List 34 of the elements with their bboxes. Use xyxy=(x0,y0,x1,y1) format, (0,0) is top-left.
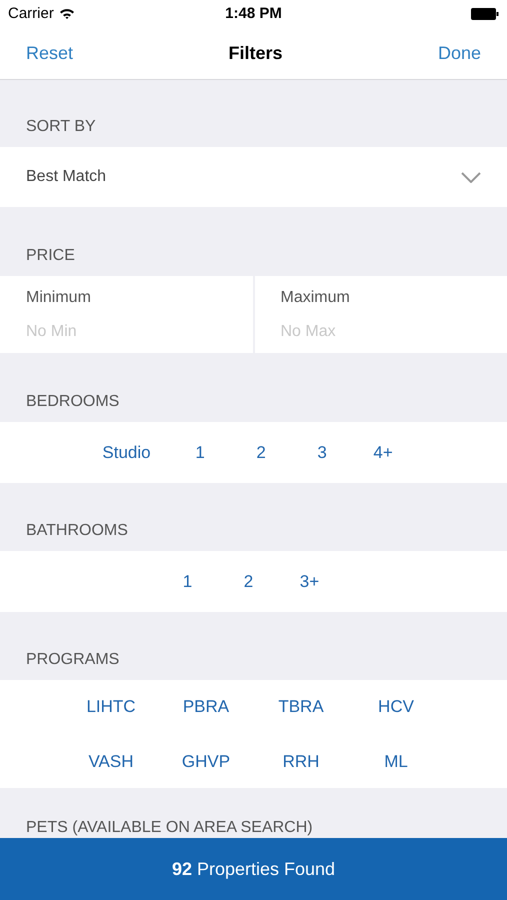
bedroom-option[interactable]: 1 xyxy=(188,440,212,466)
section-header: BEDROOMS xyxy=(26,392,120,412)
program-option[interactable]: LIHTC xyxy=(64,694,158,719)
bathroom-option[interactable]: 2 xyxy=(237,568,260,594)
results-button[interactable]: 92 Properties Found xyxy=(0,838,507,900)
section-header: BATHROOMS xyxy=(26,521,128,541)
bedroom-option[interactable]: 4+ xyxy=(372,440,395,466)
program-option[interactable]: TBRA xyxy=(254,694,348,719)
reset-button[interactable]: Reset xyxy=(26,40,74,67)
carrier-label: Carrier xyxy=(8,4,54,24)
program-option[interactable]: ML xyxy=(348,749,444,774)
section-header: PRICE xyxy=(26,246,75,266)
program-option[interactable]: GHVP xyxy=(158,749,254,774)
field-label: Minimum xyxy=(26,288,92,308)
program-option[interactable]: PBRA xyxy=(158,694,254,719)
screen-title: Filters xyxy=(228,42,283,65)
field-label: Maximum xyxy=(280,288,351,308)
section-header: SORT BY xyxy=(26,117,96,137)
sort-dropdown[interactable]: Best Match xyxy=(0,147,507,207)
section-header: PETS (AVAILABLE ON AREA SEARCH) xyxy=(26,818,313,838)
bedroom-option[interactable]: 3 xyxy=(310,440,334,466)
section-header: PROGRAMS xyxy=(26,650,120,670)
done-button[interactable]: Done xyxy=(438,40,481,67)
bathroom-option[interactable]: 3+ xyxy=(298,568,321,594)
wifi-icon xyxy=(58,8,75,20)
program-option[interactable]: VASH xyxy=(64,749,158,774)
battery-icon xyxy=(470,8,499,20)
chevron-down-icon xyxy=(461,172,481,182)
bedroom-option[interactable]: 2 xyxy=(250,440,273,466)
bathroom-option[interactable]: 1 xyxy=(176,568,199,594)
program-option[interactable]: HCV xyxy=(348,694,444,719)
bedroom-option[interactable]: Studio xyxy=(102,440,151,466)
program-option[interactable]: RRH xyxy=(254,749,348,774)
clock: 1:48 PM xyxy=(225,4,282,24)
